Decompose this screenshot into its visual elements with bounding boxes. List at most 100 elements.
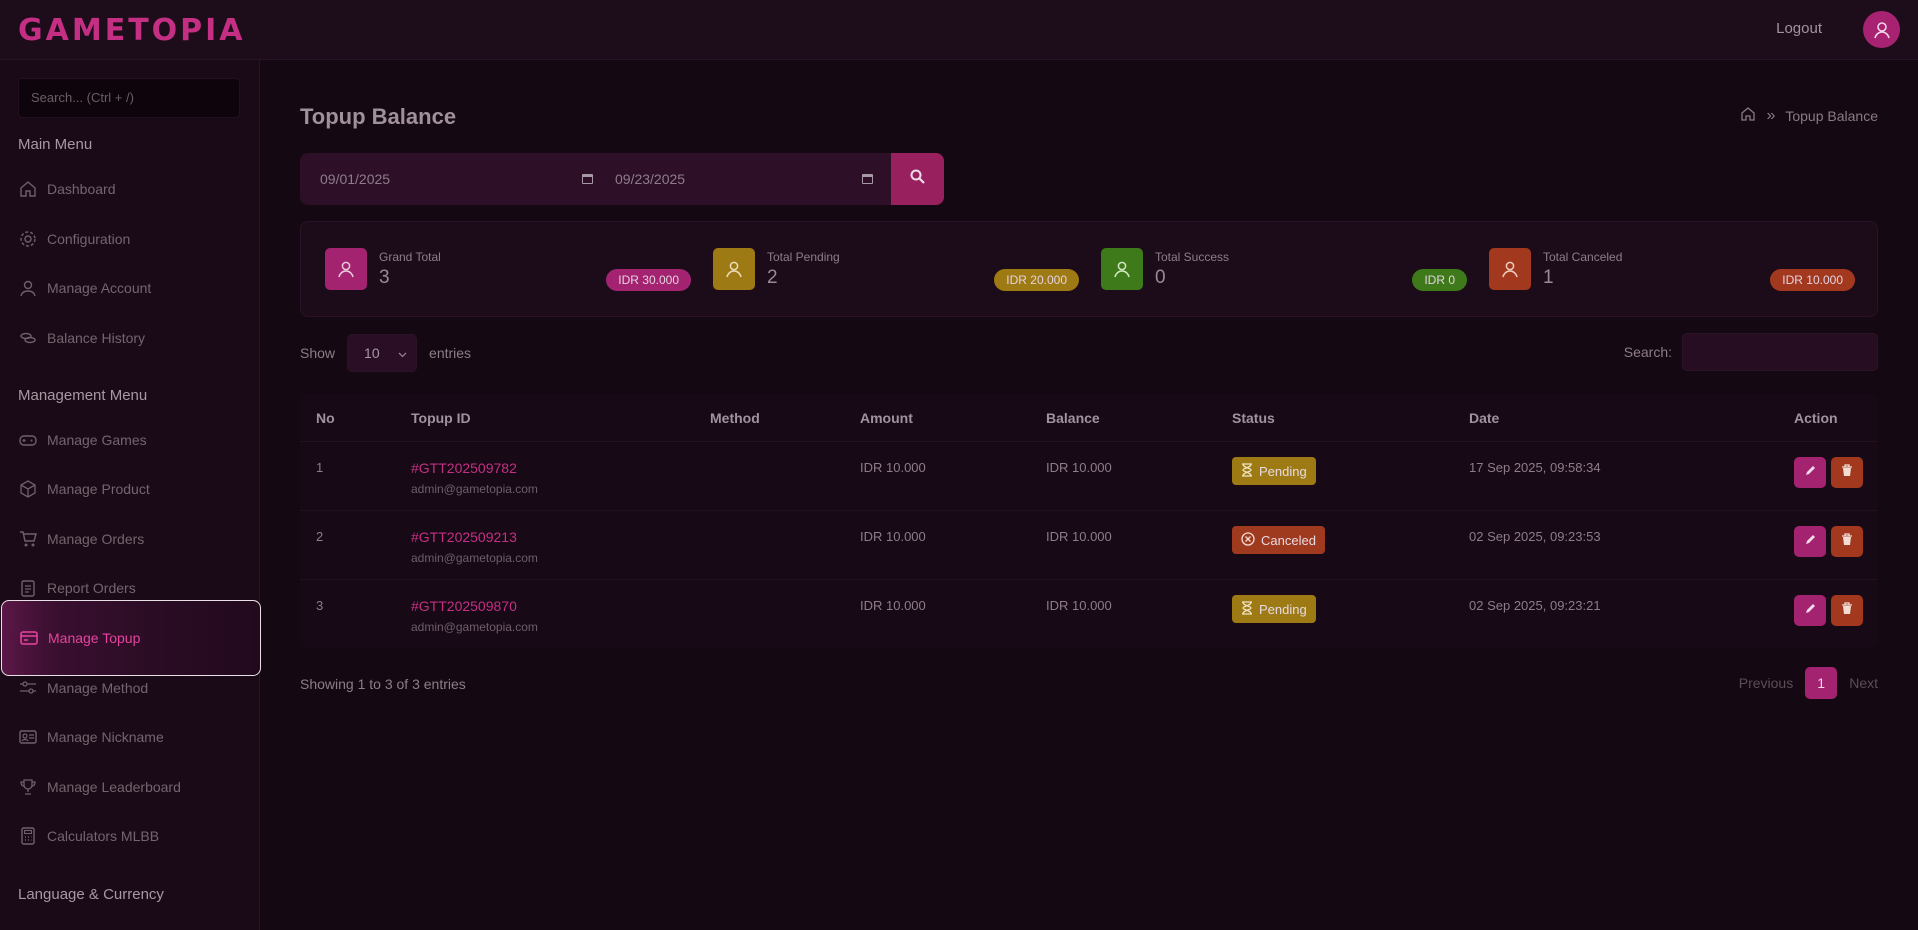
pencil-icon (1804, 464, 1817, 482)
calculator-icon (18, 826, 38, 846)
stat-total-pending: Total Pending 2 IDR 20.000 (713, 248, 1079, 292)
column-header[interactable]: No (316, 410, 335, 426)
sidebar-item-manage-orders[interactable]: Manage Orders (0, 517, 260, 561)
stat-count: 2 (767, 267, 778, 288)
stat-amount-badge: IDR 0 (1412, 269, 1467, 291)
user-icon (18, 278, 38, 298)
brand-logo[interactable]: GAMETOPIA (18, 13, 246, 48)
date-to-input[interactable]: 09/23/2025 (615, 153, 880, 205)
circle-x-icon (1241, 531, 1255, 549)
table-row: 2 #GTT202509213 admin@gametopia.com IDR … (300, 511, 1878, 580)
language-currency-title: Language & Currency (18, 886, 164, 903)
column-header[interactable]: Topup ID (411, 410, 471, 426)
table-search-input[interactable] (1682, 333, 1878, 371)
trash-icon (1841, 532, 1853, 551)
topup-id-link[interactable]: #GTT202509213 (411, 529, 517, 545)
row-number: 3 (316, 598, 324, 613)
column-header[interactable]: Method (710, 410, 760, 426)
sidebar-item-label: Report Orders (47, 580, 136, 596)
wallet-icon (19, 628, 39, 648)
sidebar-item-label: Manage Product (47, 481, 150, 497)
stats-panel: Grand Total 3 IDR 30.000 Total Pending 2… (300, 221, 1878, 317)
column-header[interactable]: Date (1469, 410, 1499, 426)
delete-button[interactable] (1831, 457, 1863, 488)
sidebar-item-calculators-mlbb[interactable]: Calculators MLBB (0, 814, 260, 858)
date-from-value: 09/01/2025 (320, 171, 391, 187)
row-date: 17 Sep 2025, 09:58:34 (1469, 460, 1601, 475)
calendar-icon[interactable] (861, 172, 874, 188)
row-amount: IDR 10.000 (860, 460, 926, 475)
sidebar-item-balance-history[interactable]: Balance History (0, 316, 260, 360)
user-icon (713, 248, 755, 290)
date-search-button[interactable] (891, 153, 944, 205)
top-bar: GAMETOPIA Logout (0, 0, 1918, 60)
pencil-icon (1804, 533, 1817, 551)
column-header[interactable]: Status (1232, 410, 1275, 426)
sidebar-item-manage-topup[interactable]: Manage Topup (1, 600, 261, 676)
row-balance: IDR 10.000 (1046, 460, 1112, 475)
stat-label: Total Pending (767, 250, 840, 264)
topup-table: No Topup ID Method Amount Balance Status… (300, 394, 1878, 648)
sidebar-item-manage-product[interactable]: Manage Product (0, 467, 260, 511)
trash-icon (1841, 601, 1853, 620)
stat-amount-badge: IDR 10.000 (1770, 269, 1855, 291)
row-balance: IDR 10.000 (1046, 529, 1112, 544)
stat-label: Total Canceled (1543, 250, 1623, 264)
sidebar-item-manage-leaderboard[interactable]: Manage Leaderboard (0, 765, 260, 809)
sidebar-item-configuration[interactable]: Configuration (0, 217, 260, 261)
table-header: No Topup ID Method Amount Balance Status… (300, 394, 1878, 442)
logout-link[interactable]: Logout (1776, 20, 1822, 37)
previous-button[interactable]: Previous (1739, 675, 1793, 691)
next-button[interactable]: Next (1849, 675, 1878, 691)
column-header[interactable]: Amount (860, 410, 913, 426)
sidebar-item-label: Manage Leaderboard (47, 779, 181, 795)
sidebar-item-manage-nickname[interactable]: Manage Nickname (0, 715, 260, 759)
hourglass-icon (1241, 600, 1253, 618)
delete-button[interactable] (1831, 595, 1863, 626)
stat-label: Total Success (1155, 250, 1230, 264)
topup-id-link[interactable]: #GTT202509782 (411, 460, 517, 476)
row-amount: IDR 10.000 (860, 529, 926, 544)
sidebar-item-manage-account[interactable]: Manage Account (0, 266, 260, 310)
search-icon (910, 169, 925, 189)
status-label: Pending (1259, 463, 1307, 479)
avatar[interactable] (1863, 11, 1900, 48)
edit-button[interactable] (1794, 457, 1826, 488)
page-1-button[interactable]: 1 (1805, 667, 1838, 699)
edit-button[interactable] (1794, 526, 1826, 557)
breadcrumb-separator: » (1766, 106, 1776, 124)
sidebar-item-label: Balance History (47, 330, 146, 346)
user-icon (1489, 248, 1531, 290)
gamepad-icon (18, 430, 38, 450)
home-icon[interactable] (1740, 106, 1756, 125)
stat-label: Grand Total (379, 250, 441, 264)
chevron-down-icon (398, 346, 407, 362)
sidebar-item-label: Configuration (47, 231, 131, 247)
date-from-input[interactable]: 09/01/2025 (320, 153, 600, 205)
row-email: admin@gametopia.com (411, 551, 538, 565)
status-badge: Pending (1232, 457, 1316, 485)
row-email: admin@gametopia.com (411, 482, 538, 496)
row-number: 2 (316, 529, 324, 544)
row-number: 1 (316, 460, 324, 475)
sidebar-item-dashboard[interactable]: Dashboard (0, 167, 260, 211)
sidebar-item-manage-method[interactable]: Manage Method (0, 666, 260, 710)
date-filter: 09/01/2025 09/23/2025 (300, 153, 944, 205)
stat-amount-badge: IDR 20.000 (994, 269, 1079, 291)
hourglass-icon (1241, 462, 1253, 480)
sidebar-search-input[interactable]: Search... (Ctrl + /) (18, 78, 240, 118)
status-label: Canceled (1261, 532, 1316, 548)
table-search: Search: (1624, 333, 1878, 371)
delete-button[interactable] (1831, 526, 1863, 557)
edit-button[interactable] (1794, 595, 1826, 626)
user-icon (1873, 21, 1890, 38)
page-title: Topup Balance (300, 104, 457, 129)
calendar-icon[interactable] (581, 172, 594, 188)
sidebar-item-label: Manage Method (47, 680, 149, 696)
status-label: Pending (1259, 601, 1307, 617)
row-balance: IDR 10.000 (1046, 598, 1112, 613)
column-header[interactable]: Balance (1046, 410, 1100, 426)
sidebar-item-manage-games[interactable]: Manage Games (0, 418, 260, 462)
topup-id-link[interactable]: #GTT202509870 (411, 598, 517, 614)
sidebar-item-label: Calculators MLBB (47, 828, 160, 844)
